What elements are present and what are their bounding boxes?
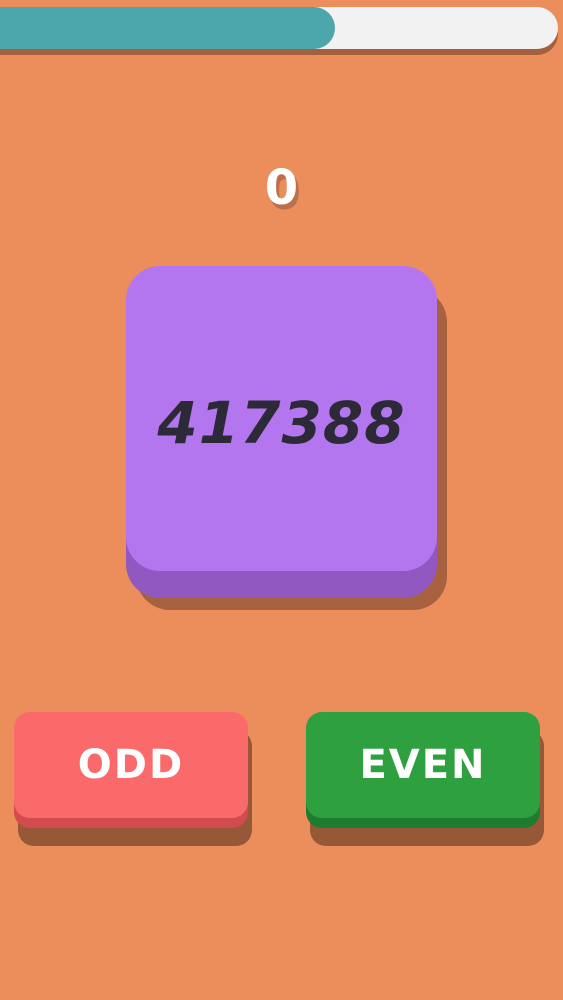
score-counter: 0 [264, 160, 299, 216]
progress-bar [0, 7, 558, 49]
odd-button-face[interactable]: ODD [14, 712, 248, 818]
number-card: 417388 [126, 266, 447, 610]
card-number: 417388 [157, 388, 406, 457]
odd-button[interactable]: ODD [14, 712, 252, 846]
card-face: 417388 [126, 266, 437, 571]
even-button-face[interactable]: EVEN [306, 712, 540, 818]
odd-button-label: ODD [77, 742, 185, 788]
even-button[interactable]: EVEN [306, 712, 544, 846]
even-button-label: EVEN [359, 742, 487, 788]
progress-fill [0, 7, 335, 49]
